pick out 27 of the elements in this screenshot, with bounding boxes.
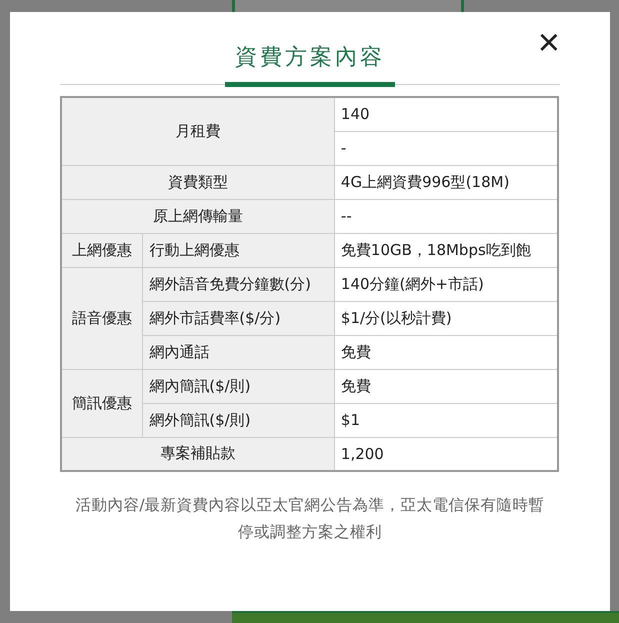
table-cell: 4G上網資費996型(18M) [334,165,558,199]
row-label: 網外簡訊($/則) [142,403,334,437]
row-label: 原上網傳輸量 [61,199,334,233]
group-label: 語音優惠 [61,267,143,369]
table-cell: 140 [334,97,558,131]
row-label: 網內簡訊($/則) [142,369,334,403]
disclaimer-text: 活動內容/最新資費內容以亞太官網公告為準，亞太電信保有隨時暫停或調整方案之權利 [74,495,546,543]
row-label: 網外市話費率($/分) [142,301,334,335]
group-label: 簡訊優惠 [61,369,143,437]
dialog-title: 資費方案內容 [225,42,395,87]
row-label: 網內通話 [142,335,334,369]
table-cell: - [334,131,558,165]
table-cell: 1,200 [334,437,558,471]
row-label: 網外語音免費分鐘數(分) [142,267,334,301]
row-label: 專案補貼款 [61,437,334,471]
table-cell: $1 [334,403,558,437]
table-cell: 免費 [334,369,558,403]
table-cell: 免費 [334,335,558,369]
table-cell: 140分鐘(網外+市話) [334,267,558,301]
table-cell: $1/分(以秒計費) [334,301,558,335]
table-cell: -- [334,199,558,233]
row-label: 行動上網優惠 [142,233,334,267]
close-button[interactable]: × [538,24,560,62]
row-label: 資費類型 [61,165,334,199]
table-cell: 免費10GB，18Mbps吃到飽 [334,233,558,267]
group-label: 上網優惠 [61,233,143,267]
row-label: 月租費 [61,97,334,165]
